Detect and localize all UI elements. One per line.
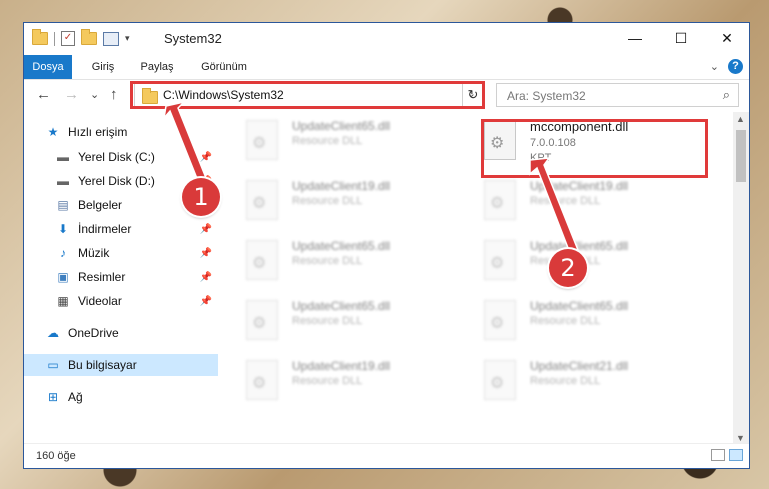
arrow-2 xyxy=(529,157,579,254)
annotation-arrows xyxy=(162,100,579,254)
annotation-badge-1: 1 xyxy=(182,178,220,216)
annotation-badge-2: 2 xyxy=(549,249,587,287)
arrow-1 xyxy=(162,100,207,182)
